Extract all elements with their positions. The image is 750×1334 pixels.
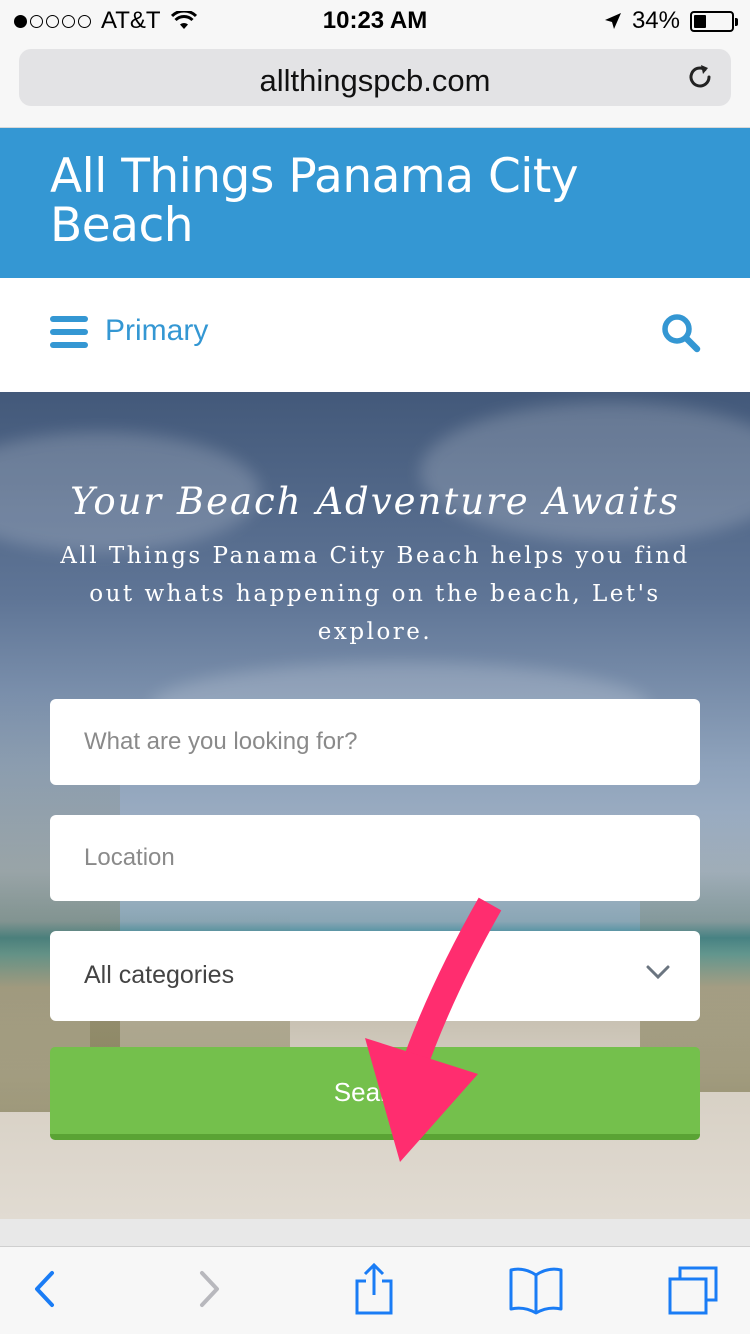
bookmarks-icon[interactable] xyxy=(508,1265,564,1315)
hero-description: All Things Panama City Beach helps you f… xyxy=(60,543,690,645)
reload-icon[interactable] xyxy=(685,62,715,92)
browser-toolbar xyxy=(0,1246,750,1334)
category-value: All categories xyxy=(84,961,235,989)
nav-menu-label[interactable]: Primary xyxy=(105,314,208,348)
keyword-field[interactable] xyxy=(50,699,700,785)
location-field[interactable] xyxy=(50,815,700,901)
hero-section: Your Beach Adventure Awaits All Things P… xyxy=(0,392,750,1219)
category-select[interactable]: All categories xyxy=(50,931,700,1021)
tabs-icon[interactable] xyxy=(666,1265,720,1317)
status-bar: AT&T 10:23 AM 34% xyxy=(0,0,750,40)
status-right: 34% xyxy=(604,7,738,35)
battery-fill xyxy=(694,14,707,28)
keyword-input[interactable] xyxy=(50,699,700,785)
share-icon[interactable] xyxy=(352,1261,396,1317)
battery-percent: 34% xyxy=(631,7,680,34)
hamburger-icon[interactable] xyxy=(50,316,88,348)
primary-nav: Primary xyxy=(0,278,750,392)
address-bar[interactable]: allthingspcb.com xyxy=(19,49,731,106)
hero-heading: Your Beach Adventure Awaits xyxy=(70,480,680,523)
page-below-fold xyxy=(0,1219,750,1246)
location-input[interactable] xyxy=(50,815,700,901)
url-text[interactable]: allthingspcb.com xyxy=(19,63,731,99)
browser-address-area: allthingspcb.com xyxy=(0,40,750,128)
forward-icon[interactable] xyxy=(196,1267,224,1311)
chevron-down-icon xyxy=(646,965,670,980)
search-button[interactable]: Search xyxy=(50,1047,700,1140)
back-icon[interactable] xyxy=(30,1267,58,1311)
location-arrow-icon xyxy=(604,13,621,29)
site-title[interactable]: All Things Panama City Beach xyxy=(50,152,650,250)
search-icon[interactable] xyxy=(660,312,702,354)
battery-icon xyxy=(690,10,738,32)
site-header: All Things Panama City Beach xyxy=(0,128,750,278)
